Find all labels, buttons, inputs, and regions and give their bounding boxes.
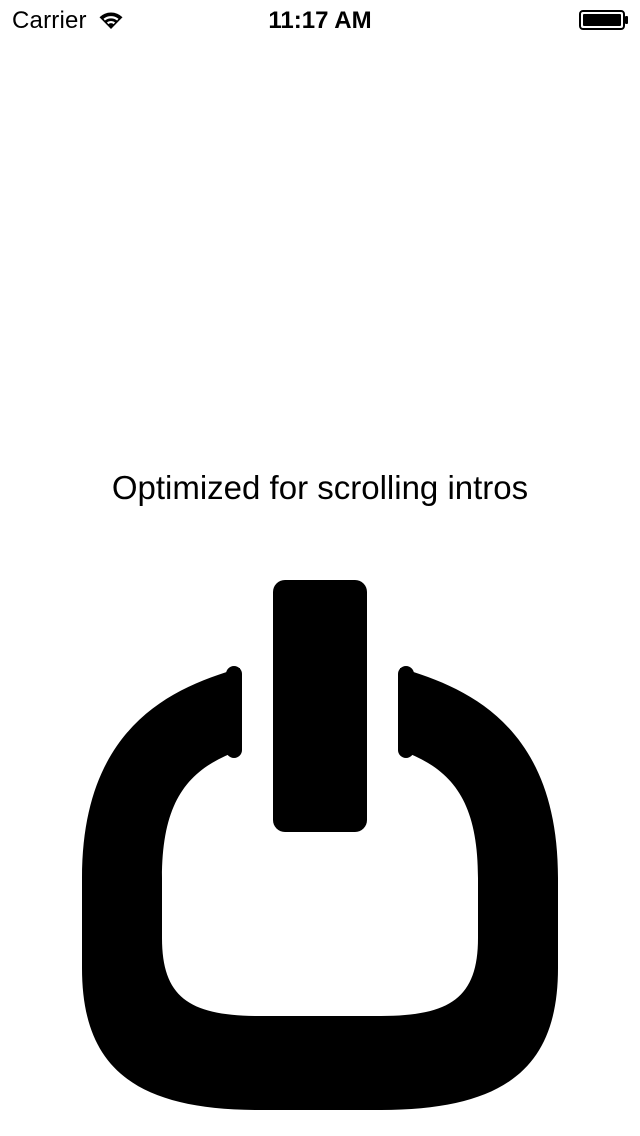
power-bar (273, 580, 367, 832)
intro-tagline: Optimized for scrolling intros (111, 469, 529, 506)
battery-full-icon (579, 10, 628, 30)
status-time: 11:17 AM (268, 7, 372, 34)
power-icon (82, 580, 558, 1110)
status-bar: Carrier 11:17 AM (0, 0, 640, 40)
